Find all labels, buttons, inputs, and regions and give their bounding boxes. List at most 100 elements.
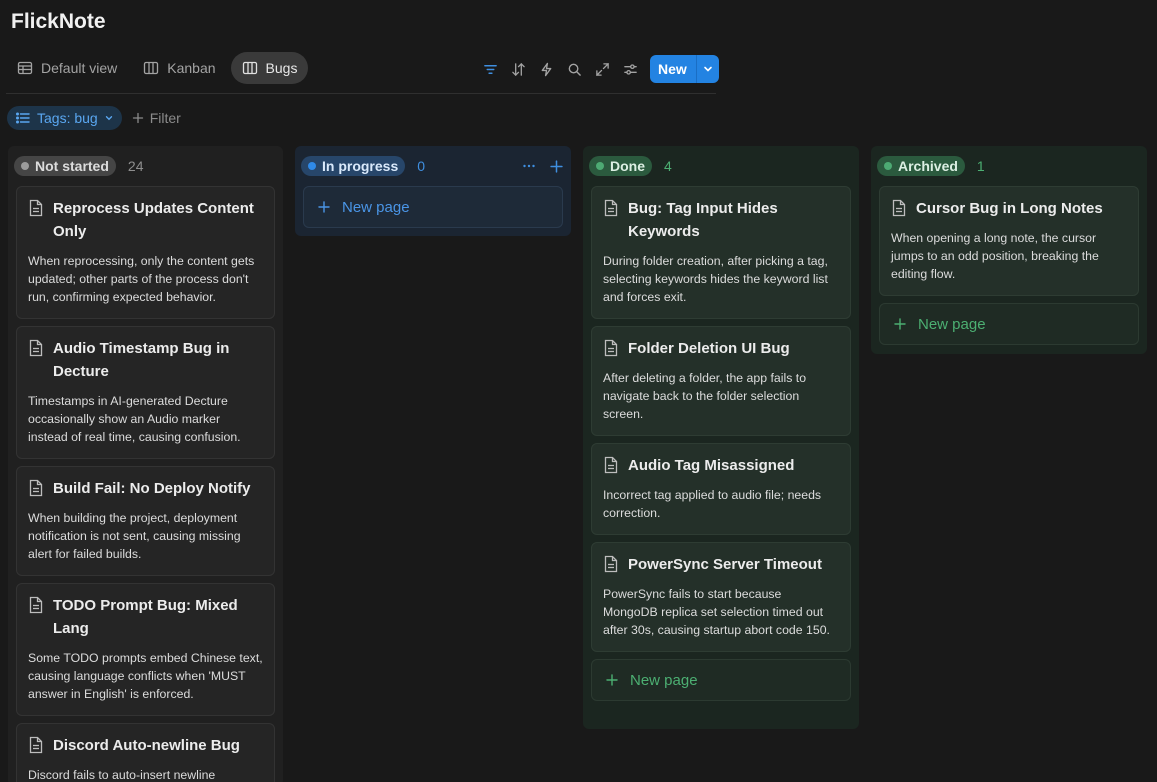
- card-description: After deleting a folder, the app fails t…: [603, 371, 807, 421]
- new-page-button[interactable]: New page: [591, 659, 851, 701]
- status-badge[interactable]: Not started: [14, 156, 116, 176]
- card[interactable]: Bug: Tag Input Hides Keywords During fol…: [591, 186, 851, 319]
- new-page-button[interactable]: New page: [303, 186, 563, 228]
- page-icon: [29, 339, 43, 357]
- status-label: Done: [610, 158, 645, 174]
- column-in-progress: In progress 0 New page: [295, 146, 571, 236]
- card-description: Discord fails to auto-insert newline: [28, 768, 216, 782]
- card-title: PowerSync Server Timeout: [628, 556, 822, 573]
- card-description: During folder creation, after picking a …: [603, 254, 828, 304]
- filter-icon[interactable]: [476, 55, 504, 83]
- add-filter-button[interactable]: Filter: [132, 110, 181, 126]
- card-title: Cursor Bug in Long Notes: [916, 200, 1103, 217]
- column-not-started: Not started 24 Reprocess Updates Content…: [8, 146, 283, 782]
- tab-bugs[interactable]: Bugs: [230, 52, 309, 84]
- plus-icon: [606, 674, 618, 686]
- new-button-group: New: [650, 55, 719, 83]
- card-title: Audio Tag Misassigned: [628, 457, 795, 474]
- board-icon: [242, 61, 257, 75]
- card-title: Build Fail: No Deploy Notify: [53, 480, 251, 497]
- board-icon: [144, 61, 159, 75]
- new-page-button[interactable]: New page: [879, 303, 1139, 345]
- tab-label: Kanban: [167, 60, 216, 76]
- plus-icon: [318, 201, 330, 213]
- card-description: When opening a long note, the cursor jum…: [891, 231, 1099, 281]
- status-badge[interactable]: Archived: [877, 156, 965, 176]
- page-icon: [29, 596, 43, 614]
- column-done: Done 4 Bug: Tag Input Hides Keywords Dur…: [583, 146, 859, 729]
- list-icon: [16, 112, 30, 124]
- status-dot: [884, 162, 892, 170]
- column-header: In progress 0: [295, 146, 571, 186]
- tab-kanban[interactable]: Kanban: [132, 52, 226, 84]
- expand-icon[interactable]: [588, 55, 616, 83]
- column-header: Not started 24: [8, 146, 283, 186]
- card-description: Timestamps in AI-generated Decture occas…: [28, 394, 241, 444]
- plus-icon: [894, 318, 906, 330]
- view-tabs: Default view Kanban Bugs: [6, 52, 309, 84]
- tag-filter-label: Tags: bug: [37, 110, 98, 126]
- card[interactable]: Reprocess Updates Content Only When repr…: [16, 186, 275, 319]
- table-icon: [17, 61, 33, 75]
- status-badge[interactable]: Done: [589, 156, 652, 176]
- tab-label: Bugs: [265, 60, 298, 76]
- column-count: 4: [664, 158, 672, 174]
- card[interactable]: Discord Auto-newline Bug Discord fails t…: [16, 723, 275, 782]
- page-icon: [29, 479, 43, 497]
- more-icon[interactable]: [522, 159, 536, 173]
- new-page-label: New page: [918, 315, 986, 333]
- sort-icon[interactable]: [504, 55, 532, 83]
- page-icon: [604, 339, 618, 357]
- new-dropdown-button[interactable]: [695, 55, 719, 83]
- card-title: Bug: Tag Input Hides Keywords: [628, 200, 778, 240]
- plus-icon: [132, 112, 143, 124]
- card[interactable]: Audio Timestamp Bug in Decture Timestamp…: [16, 326, 275, 459]
- add-filter-label: Filter: [149, 110, 181, 126]
- tab-label: Default view: [41, 60, 118, 76]
- card-title: Audio Timestamp Bug in Decture: [53, 340, 230, 380]
- plus-icon[interactable]: [550, 159, 563, 173]
- settings-sliders-icon[interactable]: [616, 55, 644, 83]
- card-description: Some TODO prompts embed Chinese text, ca…: [28, 651, 263, 701]
- card[interactable]: PowerSync Server Timeout PowerSync fails…: [591, 542, 851, 652]
- tab-default-view[interactable]: Default view: [6, 52, 128, 84]
- status-dot: [308, 162, 316, 170]
- card[interactable]: Cursor Bug in Long Notes When opening a …: [879, 186, 1139, 296]
- column-count: 24: [127, 158, 144, 174]
- status-label: Not started: [35, 158, 109, 174]
- chevron-down-icon: [703, 66, 712, 72]
- lightning-icon[interactable]: [532, 55, 560, 83]
- app-title: FlickNote: [11, 10, 106, 33]
- status-label: In progress: [322, 158, 399, 174]
- card-description: When building the project, deployment no…: [28, 511, 241, 561]
- card-title: Reprocess Updates Content Only: [53, 200, 254, 240]
- column-count: 0: [417, 158, 426, 174]
- column-count: 1: [976, 158, 985, 174]
- status-dot: [596, 162, 604, 170]
- column-header: Archived 1: [871, 146, 1147, 186]
- column-header: Done 4: [583, 146, 859, 186]
- card-description: Incorrect tag applied to audio file; nee…: [603, 488, 822, 520]
- status-badge[interactable]: In progress: [301, 156, 406, 176]
- status-dot: [21, 162, 29, 170]
- view-toolbar: New: [476, 55, 719, 83]
- new-button[interactable]: New: [650, 55, 696, 83]
- card[interactable]: Build Fail: No Deploy Notify When buildi…: [16, 466, 275, 576]
- card[interactable]: Folder Deletion UI Bug After deleting a …: [591, 326, 851, 436]
- card[interactable]: TODO Prompt Bug: Mixed Lang Some TODO pr…: [16, 583, 275, 716]
- page-icon: [604, 555, 618, 573]
- chevron-down-icon: [105, 116, 112, 121]
- card-title: Folder Deletion UI Bug: [628, 340, 790, 357]
- card-description: When reprocessing, only the content gets…: [28, 254, 255, 304]
- tag-filter-chip[interactable]: Tags: bug: [7, 106, 122, 130]
- search-icon[interactable]: [560, 55, 588, 83]
- card-description: PowerSync fails to start because MongoDB…: [603, 587, 830, 637]
- status-label: Archived: [898, 158, 958, 174]
- toolbar-divider: [6, 93, 716, 94]
- page-icon: [29, 199, 43, 217]
- card[interactable]: Audio Tag Misassigned Incorrect tag appl…: [591, 443, 851, 535]
- card-title: Discord Auto-newline Bug: [53, 737, 240, 754]
- page-icon: [892, 199, 906, 217]
- card-title: TODO Prompt Bug: Mixed Lang: [53, 597, 238, 637]
- filter-bar: Tags: bug Filter: [7, 106, 181, 130]
